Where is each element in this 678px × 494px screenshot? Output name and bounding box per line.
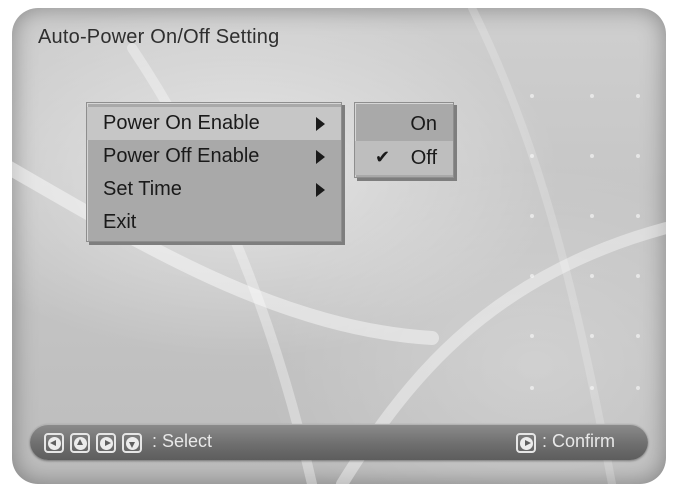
submenu-arrow-icon bbox=[316, 116, 325, 131]
menu-item-power-on-enable[interactable]: Power On Enable bbox=[87, 107, 341, 140]
up-arrow-icon bbox=[70, 433, 90, 453]
submenu-option-label: On bbox=[410, 112, 437, 135]
down-arrow-icon bbox=[122, 433, 142, 453]
submenu-option-off[interactable]: ✔ Off bbox=[355, 141, 453, 175]
checkmark-icon: ✔ bbox=[375, 147, 391, 168]
confirm-hint: : Confirm bbox=[542, 431, 616, 451]
submenu-option-on[interactable]: On bbox=[355, 107, 453, 141]
submenu-arrow-icon bbox=[316, 182, 325, 197]
menu-item-set-time[interactable]: Set Time bbox=[87, 173, 341, 206]
left-arrow-icon bbox=[44, 433, 64, 453]
menu-item-label: Exit bbox=[103, 211, 137, 233]
submenu-option-label: Off bbox=[410, 146, 437, 169]
submenu-arrow-icon bbox=[316, 149, 325, 164]
right-arrow-icon bbox=[96, 433, 116, 453]
osd-screen: Auto-Power On/Off Setting Power On Enabl… bbox=[12, 8, 666, 484]
menu-item-exit[interactable]: Exit bbox=[87, 206, 341, 239]
page-title: Auto-Power On/Off Setting bbox=[38, 26, 280, 48]
select-hint: : Select bbox=[152, 431, 213, 451]
footer-hint-bar: : Select : Confirm bbox=[30, 424, 648, 460]
menu-item-label: Power On Enable bbox=[103, 112, 260, 134]
power-on-submenu: On ✔ Off bbox=[354, 102, 454, 178]
background-art bbox=[12, 8, 666, 484]
menu-item-label: Set Time bbox=[103, 178, 182, 200]
settings-menu: Power On Enable Power Off Enable Set Tim… bbox=[86, 102, 342, 242]
play-icon bbox=[516, 433, 536, 453]
menu-item-label: Power Off Enable bbox=[103, 145, 260, 167]
menu-item-power-off-enable[interactable]: Power Off Enable bbox=[87, 140, 341, 173]
